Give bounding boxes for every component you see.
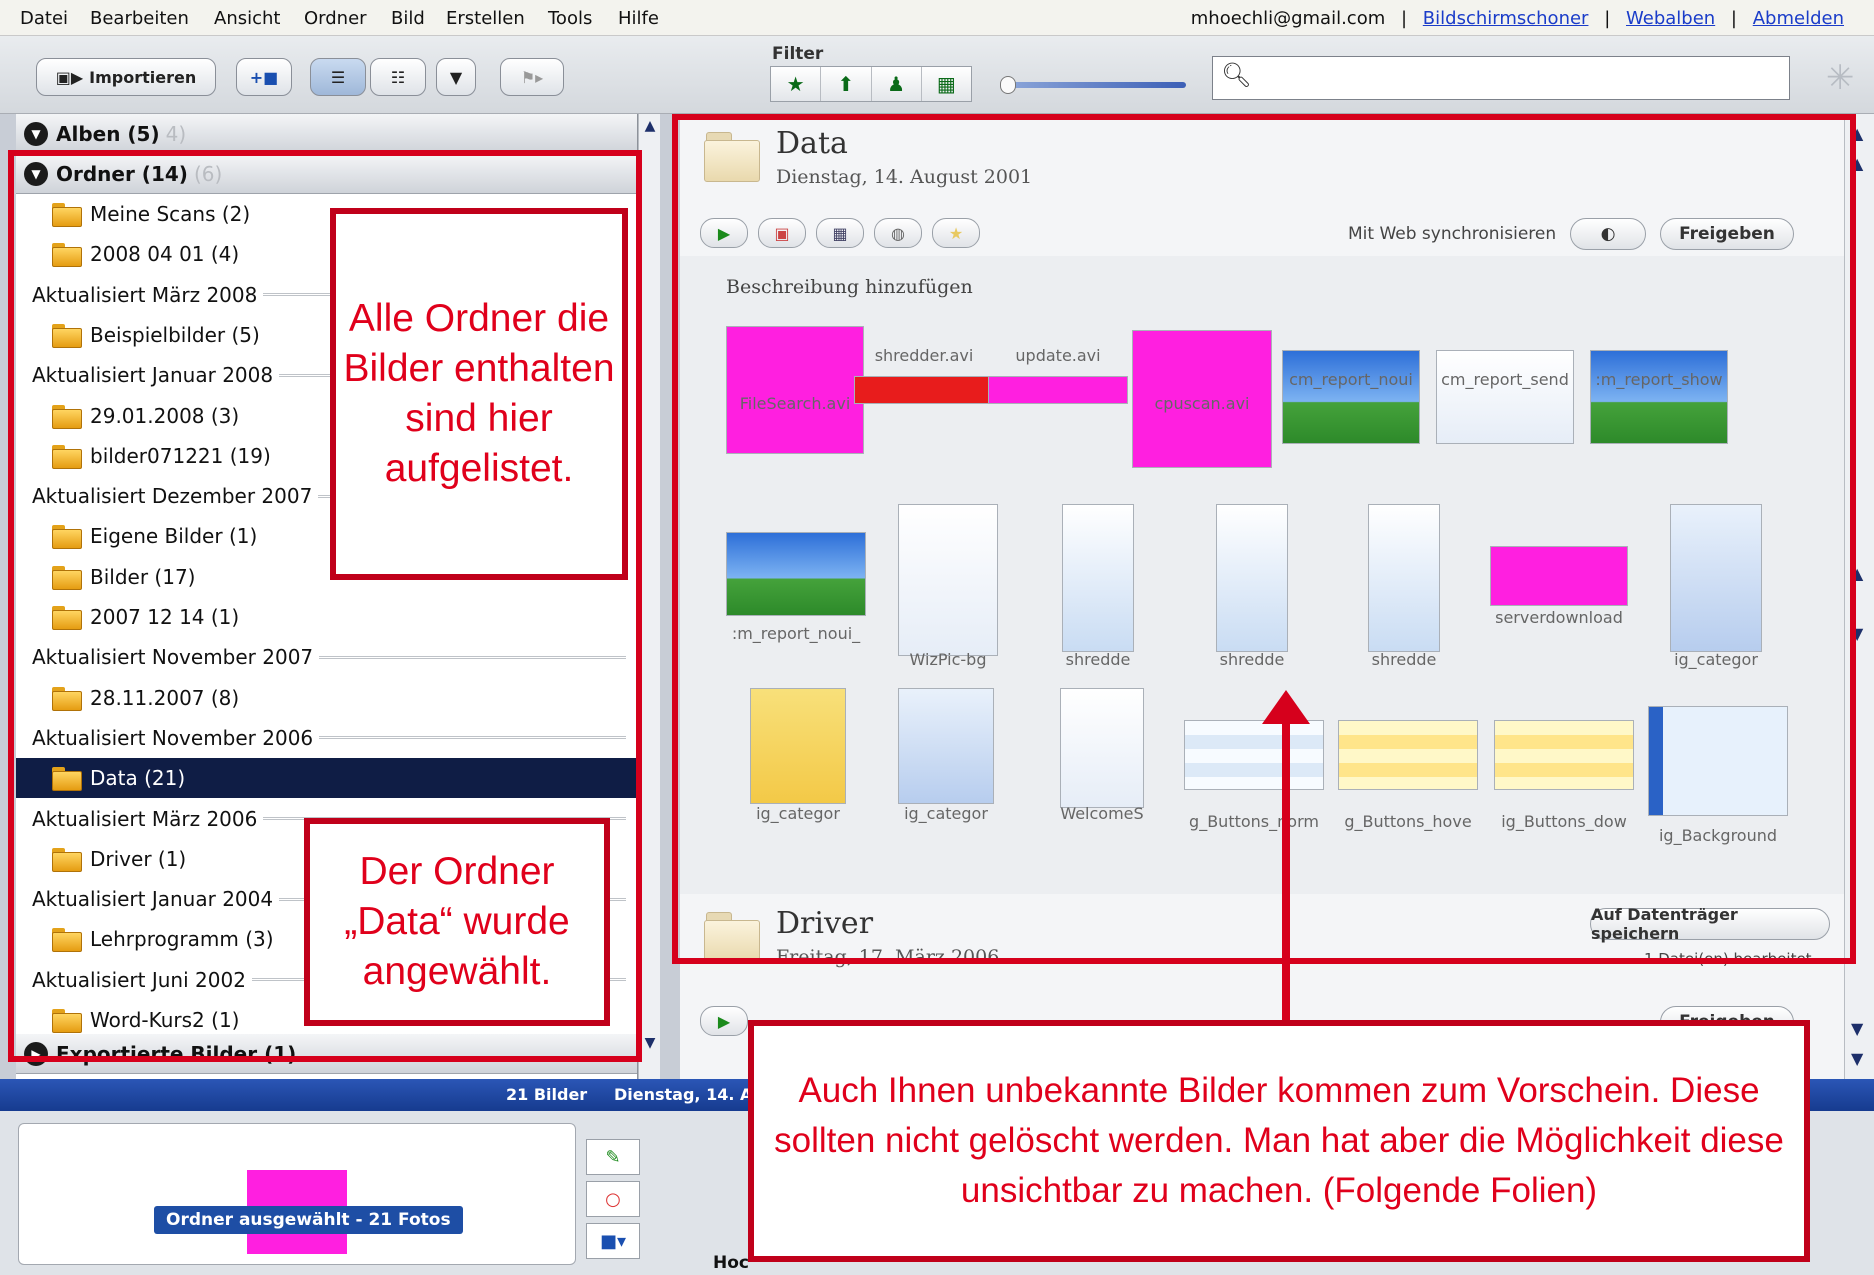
- clear-button[interactable]: ○: [586, 1181, 640, 1217]
- person-arrow-icon: ⚑▸: [520, 67, 544, 87]
- webalbums-link[interactable]: Webalben: [1626, 8, 1715, 29]
- photo-count: 21 Bilder: [506, 1085, 588, 1104]
- tree-view-button[interactable]: ☷: [370, 58, 426, 96]
- logout-link[interactable]: Abmelden: [1753, 8, 1844, 29]
- albums-ghost: 4): [165, 121, 187, 146]
- separator: |: [1604, 8, 1611, 29]
- separator: |: [1730, 8, 1737, 29]
- hoc-label: Hoc: [713, 1253, 749, 1273]
- arrow-line: [1282, 712, 1290, 1024]
- upload-filter-icon[interactable]: ⬆: [821, 67, 872, 101]
- list-view-button[interactable]: ☰: [310, 58, 366, 96]
- pin-icon: ✎: [605, 1146, 621, 1168]
- menu-datei[interactable]: Datei: [20, 8, 68, 29]
- picture-tray[interactable]: Ordner ausgewählt - 21 Fotos: [18, 1123, 576, 1265]
- scroll-down-icon[interactable]: ▼: [639, 1035, 661, 1057]
- pin-button[interactable]: ✎: [586, 1139, 640, 1175]
- search-icon: 🔍︎: [1221, 61, 1252, 89]
- filter-slider[interactable]: [1000, 76, 1186, 94]
- tray-buttons: ✎ ○ ■▾: [586, 1139, 640, 1259]
- menu-bar: Datei Bearbeiten Ansicht Ordner Bild Ers…: [0, 0, 1874, 36]
- search-input[interactable]: [1257, 63, 1777, 93]
- filter-label: Filter: [772, 44, 824, 64]
- slideshow-button[interactable]: ▶: [700, 1006, 748, 1036]
- album-dropdown-button[interactable]: ■▾: [586, 1223, 640, 1259]
- menu-hilfe[interactable]: Hilfe: [618, 8, 659, 29]
- camera-icon: ▣▶: [55, 67, 84, 87]
- add-album-icon: +■: [249, 67, 279, 87]
- import-button[interactable]: ▣▶ Importieren: [36, 58, 216, 96]
- callout-selected: Der Ordner „Data“ wurde angewählt.: [304, 818, 610, 1026]
- callout-selected-text: Der Ordner „Data“ wurde angewählt.: [344, 850, 570, 993]
- loading-spinner-icon: ✳: [1826, 58, 1855, 98]
- albums-label: Alben (5): [56, 121, 160, 146]
- list-icon: ☰: [330, 67, 346, 87]
- scroll-down-icon[interactable]: ▼: [1851, 1019, 1863, 1038]
- slider-knob[interactable]: [1000, 76, 1016, 94]
- people-filter-icon[interactable]: ♟: [872, 67, 922, 101]
- import-label: Importieren: [89, 67, 197, 87]
- chevron-down-icon: ▼: [449, 67, 463, 87]
- screensaver-link[interactable]: Bildschirmschoner: [1423, 8, 1589, 29]
- menu-tools[interactable]: Tools: [548, 8, 592, 29]
- callout-unknown-text: Auch Ihnen unbekannte Bilder kommen zum …: [774, 1071, 1784, 1210]
- callout-unknown-images: Auch Ihnen unbekannte Bilder kommen zum …: [748, 1020, 1810, 1262]
- separator: |: [1400, 8, 1408, 29]
- toolbar: ▣▶ Importieren +■ ☰ ☷ ▼ ⚑▸ Filter ★ ⬆ ♟ …: [0, 36, 1874, 114]
- search-box[interactable]: 🔍︎: [1212, 56, 1790, 100]
- view-dropdown-button[interactable]: ▼: [436, 58, 476, 96]
- circle-icon: ○: [605, 1188, 621, 1210]
- menu-bearbeiten[interactable]: Bearbeiten: [90, 8, 189, 29]
- album-icon: ■▾: [599, 1230, 627, 1252]
- status-date: Dienstag, 14. A: [614, 1085, 753, 1104]
- tree-list-icon: ☷: [390, 67, 406, 87]
- albums-header[interactable]: ▼ Alben (5) 4): [16, 114, 637, 154]
- menu-ansicht[interactable]: Ansicht: [214, 8, 280, 29]
- account-email: mhoechli@gmail.com: [1190, 8, 1386, 29]
- tray-label: Ordner ausgewählt - 21 Fotos: [154, 1206, 463, 1234]
- filter-buttons: ★ ⬆ ♟ ▦: [770, 66, 972, 102]
- add-to-album-button[interactable]: +■: [236, 58, 292, 96]
- play-icon: ▶: [717, 1011, 731, 1031]
- share-person-button[interactable]: ⚑▸: [500, 58, 564, 96]
- menu-erstellen[interactable]: Erstellen: [446, 8, 525, 29]
- callout-folders: Alle Ordner die Bilder enthalten sind hi…: [330, 208, 628, 580]
- data-section-highlight: [672, 114, 1856, 964]
- expand-icon[interactable]: ▼: [24, 121, 48, 146]
- scroll-up-icon[interactable]: ▲: [639, 118, 661, 140]
- movie-filter-icon[interactable]: ▦: [922, 67, 971, 101]
- callout-folders-text: Alle Ordner die Bilder enthalten sind hi…: [343, 297, 615, 490]
- scroll-down-icon[interactable]: ▼: [1851, 1049, 1863, 1068]
- menu-ordner[interactable]: Ordner: [304, 8, 367, 29]
- slider-track: [1010, 82, 1186, 88]
- account-bar: mhoechli@gmail.com | Bildschirmschoner |…: [1191, 8, 1844, 29]
- menu-bild[interactable]: Bild: [391, 8, 425, 29]
- star-filter-icon[interactable]: ★: [771, 67, 822, 101]
